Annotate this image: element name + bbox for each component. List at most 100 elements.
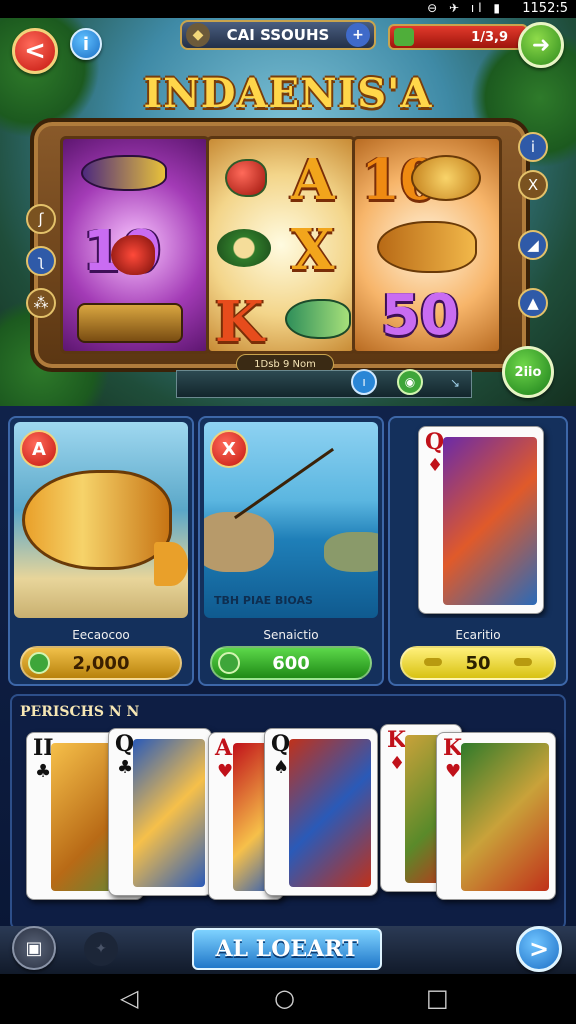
side-button-left-3[interactable]: ⁂: [26, 288, 56, 318]
tile-label: Ecaritio: [455, 628, 501, 642]
side-button-left-2[interactable]: ʅ: [26, 246, 56, 276]
game-name-label: CAI SSOUHS: [226, 26, 330, 44]
playing-cards-section: PERISCHS N N II ♣ Q ♣ A ♥ Q ♠ K ♦ K ♥: [10, 694, 566, 930]
club-icon: ♣: [35, 761, 52, 782]
arrow-icon: ↘: [449, 376, 461, 390]
arrow-right-icon: ➜: [531, 32, 551, 58]
reel-1: 10: [60, 136, 210, 354]
game-title: INDAENIS'A: [143, 70, 433, 117]
spade-icon: ♠: [273, 757, 290, 778]
shell-symbol: [411, 155, 481, 201]
gem-icon: [394, 28, 414, 46]
wave-icon: ʃ: [38, 210, 44, 228]
wave-icon: ʅ: [37, 252, 45, 270]
star-icon: ⁂: [33, 294, 49, 312]
tile-value: 2,000: [72, 652, 130, 674]
coin-button[interactable]: ◉: [397, 369, 423, 395]
fish-illustration: [22, 470, 172, 570]
tile-value-button[interactable]: 2,000: [20, 646, 182, 680]
reel-symbol: K: [215, 289, 264, 355]
side-button-right-1[interactable]: i: [518, 132, 548, 162]
side-button-right-2[interactable]: X: [518, 170, 548, 200]
tile-art: Q ♦: [394, 422, 562, 618]
tile-badge: X: [210, 430, 248, 468]
settings-icon: ✦: [95, 941, 107, 957]
rock-illustration: [204, 512, 274, 572]
playing-card[interactable]: K ♥: [436, 732, 556, 900]
diamond-icon: ♦: [389, 753, 406, 774]
status-icons: ⊖ ✈ ıl ▮: [427, 1, 504, 15]
game-screen: ⊖ ✈ ıl ▮ 1152:5 < i ◆ CAI SSOUHS + 1/3,9…: [0, 0, 576, 1024]
slot-game-area: < i ◆ CAI SSOUHS + 1/3,9 ➜ INDAENIS'A 10…: [0, 18, 576, 406]
back-icon: <: [24, 36, 46, 66]
fish-symbol: [285, 299, 351, 339]
reel-symbol: 50: [381, 283, 459, 348]
game-tile-fish[interactable]: A Eecaocoo 2,000: [8, 416, 194, 686]
playing-card[interactable]: Q ♠: [264, 728, 378, 896]
card-rank: K: [443, 735, 463, 761]
nav-home-icon[interactable]: ○: [274, 984, 295, 1012]
fish-tail: [154, 542, 188, 586]
slot-frame: 10 A X K 10 50: [30, 118, 530, 372]
card-rank: Q: [271, 731, 291, 757]
info-icon: i: [530, 138, 536, 156]
spin-label: 2iio: [514, 364, 542, 380]
control-bar: ı ◉ ↘: [176, 369, 472, 398]
section-title: PERISCHS N N: [20, 704, 140, 720]
playing-card[interactable]: Q ♣: [108, 728, 212, 896]
diamond-icon: ♦: [427, 455, 444, 476]
side-button-left-1[interactable]: ʃ: [26, 204, 56, 234]
add-icon[interactable]: +: [346, 23, 370, 47]
reel-symbol: A: [291, 147, 335, 213]
card-art: [461, 743, 549, 891]
reel-symbol: X: [291, 217, 335, 283]
status-bar: ⊖ ✈ ıl ▮ 1152:5: [0, 0, 576, 18]
game-tile-ocean[interactable]: TBH PIAE BIOAS X Senaictio 600: [198, 416, 384, 686]
arrow-icon: ◢: [527, 236, 539, 254]
card-art: [289, 739, 371, 887]
pill-right-icon: [514, 658, 532, 666]
fish-symbol: [377, 221, 477, 273]
next-button[interactable]: >: [516, 926, 562, 972]
settings-button[interactable]: ✦: [84, 932, 118, 966]
tile-value-button[interactable]: 50: [400, 646, 556, 680]
card-art: [133, 739, 205, 887]
coin-balance-value: 1/3,9: [471, 29, 508, 45]
coin-balance: 1/3,9: [388, 24, 528, 50]
card-rank: K: [387, 727, 407, 753]
chevron-right-icon: >: [528, 935, 550, 963]
auto-button[interactable]: ↘: [443, 371, 467, 395]
nav-recents-icon[interactable]: □: [426, 984, 449, 1012]
reel-3: 10 50: [352, 136, 502, 354]
tile-art-caption: TBH PIAE BIOAS: [214, 594, 313, 607]
primary-action-button[interactable]: AL LOEART: [192, 928, 382, 970]
heart-icon: ♥: [445, 761, 462, 782]
bet-button[interactable]: ı: [351, 369, 377, 395]
menu-button[interactable]: ▣: [12, 926, 56, 970]
bet-icon: ı: [362, 375, 366, 389]
island-illustration: [324, 532, 378, 572]
game-tile-cards[interactable]: Q ♦ Ecaritio 50: [388, 416, 568, 686]
forward-button[interactable]: ➜: [518, 22, 564, 68]
side-button-right-3[interactable]: ◢: [518, 230, 548, 260]
tile-badge: A: [20, 430, 58, 468]
up-icon: ▲: [527, 294, 539, 312]
pill-left-icon: [424, 658, 442, 666]
heart-icon: ♥: [217, 761, 234, 782]
tile-label: Eecaocoo: [72, 628, 130, 642]
spin-button[interactable]: 2iio: [502, 346, 554, 398]
card-art: [443, 437, 537, 605]
info-button[interactable]: i: [70, 28, 102, 60]
treasure-chest-symbol: [77, 303, 183, 343]
side-button-right-4[interactable]: ▲: [518, 288, 548, 318]
nav-back-icon[interactable]: ◁: [120, 984, 138, 1012]
ring-symbol: [217, 229, 271, 267]
tile-value-button[interactable]: 600: [210, 646, 372, 680]
back-button[interactable]: <: [12, 28, 58, 74]
shell-symbol: [81, 155, 167, 191]
coin-icon: [218, 652, 240, 674]
tile-value: 600: [272, 652, 310, 674]
club-icon: ♣: [117, 757, 134, 778]
tile-label: Senaictio: [263, 628, 319, 642]
card-rank: A: [215, 735, 233, 761]
